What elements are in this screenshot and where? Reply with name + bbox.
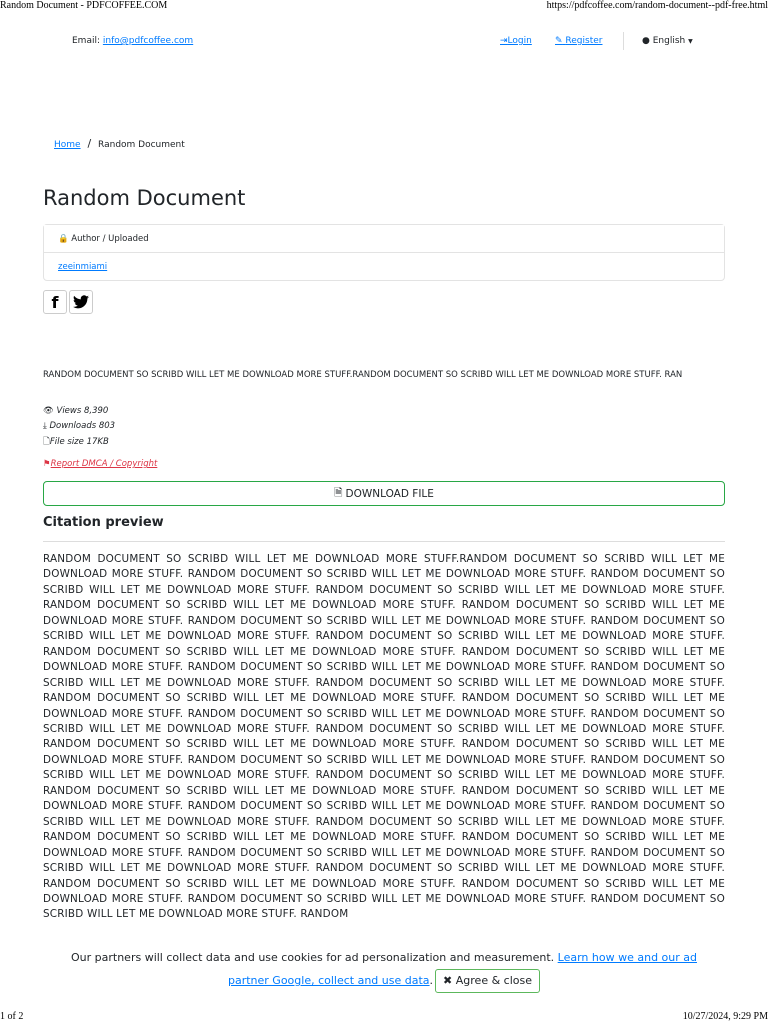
description: RANDOM DOCUMENT SO SCRIBD WILL LET ME DO…	[43, 370, 683, 380]
breadcrumb-separator: /	[87, 137, 92, 150]
pdf-file-icon: 🗎	[334, 486, 343, 499]
cookie-text: Our partners will collect data and use c…	[71, 951, 558, 964]
download-file-button[interactable]: 🗎 DOWNLOAD FILE	[43, 481, 725, 506]
views-stat: 👁 Views 8,390	[43, 406, 108, 416]
login-icon: ⇥	[500, 36, 508, 46]
eye-icon: 👁	[43, 406, 54, 416]
print-url: https://pdfcoffee.com/random-document--p…	[546, 0, 768, 11]
print-datetime: 10/27/2024, 9:29 PM	[682, 1011, 768, 1022]
login-link[interactable]: ⇥Login	[500, 36, 532, 46]
globe-icon: ●	[642, 36, 650, 46]
register-link[interactable]: ✎ Register	[555, 36, 602, 46]
downloads-text: Downloads 803	[49, 421, 116, 431]
author-link[interactable]: zeeinmiami	[58, 262, 107, 272]
register-label: Register	[565, 36, 603, 46]
flag-icon: ⚑	[43, 459, 51, 469]
facebook-share-button[interactable]: f	[43, 290, 67, 314]
download-label: DOWNLOAD FILE	[345, 487, 434, 500]
cookie-banner: Our partners will collect data and use c…	[0, 947, 768, 993]
email-info: Email: info@pdfcoffee.com	[72, 36, 193, 46]
report-text: Report DMCA / Copyright	[50, 459, 158, 469]
views-text: Views 8,390	[56, 406, 109, 416]
divider	[623, 32, 624, 50]
downloads-stat: ⤓ Downloads 803	[43, 421, 115, 431]
breadcrumb-home[interactable]: Home	[54, 140, 81, 150]
download-icon: ⤓	[43, 421, 47, 431]
twitter-share-button[interactable]: t	[69, 290, 93, 314]
language-label: English	[652, 36, 686, 46]
filesize-stat: 🗋File size 17KB	[43, 436, 109, 450]
facebook-icon: f	[51, 292, 59, 312]
page-title: Random Document	[43, 186, 246, 210]
author-header: Author / Uploaded	[71, 234, 149, 244]
login-label: Login	[507, 36, 532, 46]
breadcrumb: Home / Random Document	[54, 137, 185, 150]
divider	[43, 541, 725, 542]
twitter-icon	[73, 295, 89, 309]
file-icon: 🗋	[43, 437, 50, 447]
email-label: Email:	[72, 36, 101, 46]
print-page-number: 1 of 2	[0, 1011, 24, 1022]
caret-down-icon: ▼	[688, 38, 693, 45]
agree-close-button[interactable]: ✖ Agree & close	[435, 969, 540, 993]
filesize-text: File size 17KB	[49, 437, 109, 447]
edit-icon: ✎	[555, 36, 563, 46]
print-title: Random Document - PDFCOFFEE.COM	[0, 0, 168, 11]
cookie-period: .	[429, 974, 434, 987]
report-link[interactable]: ⚑Report DMCA / Copyright	[43, 459, 157, 469]
breadcrumb-current: Random Document	[98, 140, 185, 150]
citation-text: RANDOM DOCUMENT SO SCRIBD WILL LET ME DO…	[43, 553, 725, 921]
email-link[interactable]: info@pdfcoffee.com	[103, 36, 193, 46]
agree-label: Agree & close	[455, 974, 532, 987]
citation-heading: Citation preview	[43, 515, 164, 530]
user-lock-icon: 🔒	[58, 234, 69, 244]
language-dropdown[interactable]: ● English ▼	[642, 36, 693, 46]
author-card: 🔒 Author / Uploaded zeeinmiami	[43, 224, 725, 281]
close-icon: ✖	[443, 974, 453, 987]
